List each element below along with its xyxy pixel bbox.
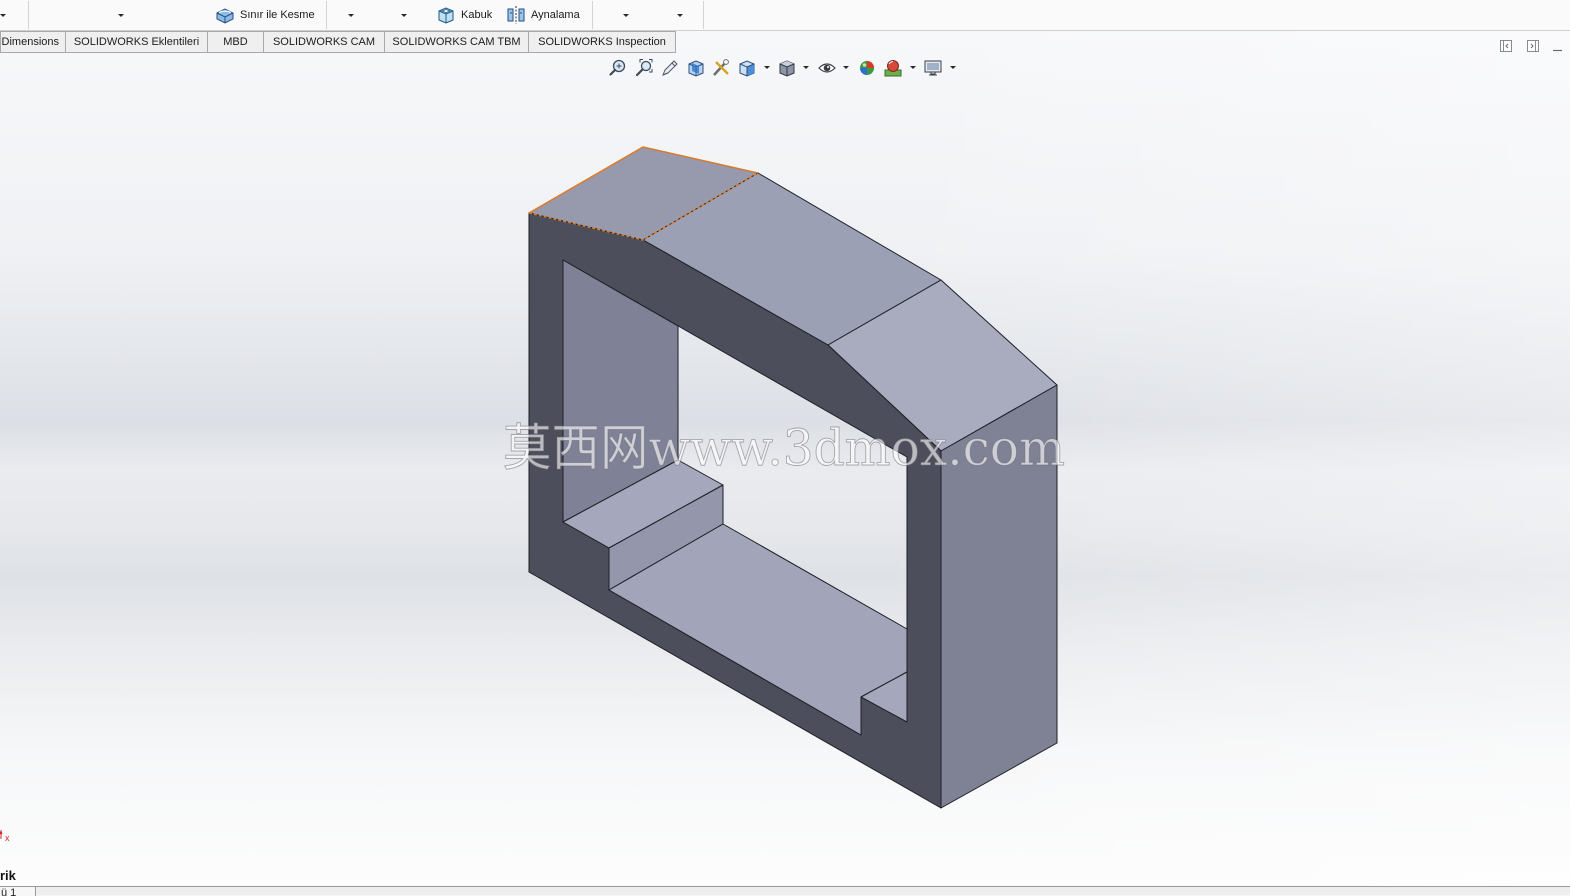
toolbar-separator xyxy=(326,1,327,29)
panel-left-icon xyxy=(1500,40,1512,52)
previous-view-button[interactable] xyxy=(660,58,680,78)
display-style-icon xyxy=(779,60,795,77)
apply-scene-icon xyxy=(884,60,902,77)
feature-label: rik xyxy=(0,868,16,883)
section-view-icon xyxy=(688,60,704,77)
graphics-area[interactable] xyxy=(0,31,1570,886)
tab-solidworks-inspection[interactable]: SOLIDWORKS Inspection xyxy=(528,31,676,53)
view-orientation-button[interactable] xyxy=(737,58,757,78)
edit-appearance-icon xyxy=(860,61,874,75)
dropdown-arrow-icon[interactable] xyxy=(0,14,6,17)
tab-dimensions[interactable]: Dimensions xyxy=(0,31,66,53)
apply-scene-button[interactable] xyxy=(883,58,903,78)
dynamic-annotation-views-button[interactable] xyxy=(711,58,731,78)
minimize-icon xyxy=(1553,49,1562,52)
dropdown-arrow-icon[interactable] xyxy=(623,14,629,17)
tab-label: Dimensions xyxy=(1,36,59,48)
zoom-to-area-button[interactable] xyxy=(634,58,654,78)
boundary-cut-button[interactable]: Sınır ile Kesme xyxy=(215,5,315,25)
view-settings-icon xyxy=(924,60,942,76)
tab-label: SOLIDWORKS CAM xyxy=(272,36,376,48)
toolbar-separator xyxy=(703,1,704,29)
minimize-button[interactable] xyxy=(1553,46,1563,52)
panel-right-icon xyxy=(1527,40,1539,52)
hide-show-items-dropdown-icon[interactable] xyxy=(843,66,849,69)
panel-left-button[interactable] xyxy=(1500,40,1512,52)
dropdown-arrow-icon[interactable] xyxy=(118,14,124,17)
hide-show-items-icon xyxy=(818,63,836,73)
previous-view-icon xyxy=(662,60,678,76)
command-manager-toolbar: Sınır ile Kesme Kabuk Aynalama xyxy=(0,0,1570,31)
dropdown-arrow-icon[interactable] xyxy=(348,14,354,17)
zoom-to-fit-button[interactable] xyxy=(608,58,628,78)
shell-label: Kabuk xyxy=(461,9,493,21)
model-right-face[interactable] xyxy=(940,384,1058,809)
view-settings-button[interactable] xyxy=(923,58,943,78)
tab-solidworks-cam[interactable]: SOLIDWORKS CAM xyxy=(263,31,385,53)
mirror-button[interactable]: Aynalama xyxy=(506,5,580,25)
shell-button[interactable]: Kabuk xyxy=(436,5,492,25)
display-style-dropdown-icon[interactable] xyxy=(803,66,809,69)
tab-label: SOLIDWORKS Eklentileri xyxy=(73,36,200,48)
view-settings-dropdown-icon[interactable] xyxy=(950,66,956,69)
tab-label: SOLIDWORKS CAM TBM xyxy=(392,36,521,48)
hide-show-items-button[interactable] xyxy=(817,58,837,78)
toolbar-separator xyxy=(592,1,593,29)
view-orientation-icon xyxy=(739,60,755,77)
section-view-button[interactable] xyxy=(686,58,706,78)
tab-solidworks-cam-tbm[interactable]: SOLIDWORKS CAM TBM xyxy=(384,31,529,53)
edit-appearance-button[interactable] xyxy=(857,58,877,78)
tab-solidworks-addins[interactable]: SOLIDWORKS Eklentileri xyxy=(65,31,208,53)
dropdown-arrow-icon[interactable] xyxy=(677,14,683,17)
mirror-icon xyxy=(507,6,525,24)
view-orientation-dropdown-icon[interactable] xyxy=(764,66,770,69)
panel-right-button[interactable] xyxy=(1527,40,1539,52)
apply-scene-dropdown-icon[interactable] xyxy=(910,66,916,69)
dropdown-arrow-icon[interactable] xyxy=(401,14,407,17)
tab-mbd[interactable]: MBD xyxy=(207,31,264,53)
boundary-cut-label: Sınır ile Kesme xyxy=(240,9,315,21)
tab-label: MBD xyxy=(223,36,248,48)
bottom-tab-strip: ü 1 xyxy=(0,886,1570,896)
triad-x-axis-label: x xyxy=(5,833,10,843)
shell-icon xyxy=(438,7,454,24)
display-style-button[interactable] xyxy=(777,58,797,78)
mirror-label: Aynalama xyxy=(531,9,580,21)
tab-label: SOLIDWORKS Inspection xyxy=(538,36,666,48)
zoom-to-area-icon xyxy=(635,59,653,77)
dynamic-annotation-views-icon xyxy=(713,59,729,76)
boundary-cut-icon xyxy=(216,8,234,24)
zoom-to-fit-icon xyxy=(609,59,626,76)
toolbar-separator xyxy=(28,1,29,29)
